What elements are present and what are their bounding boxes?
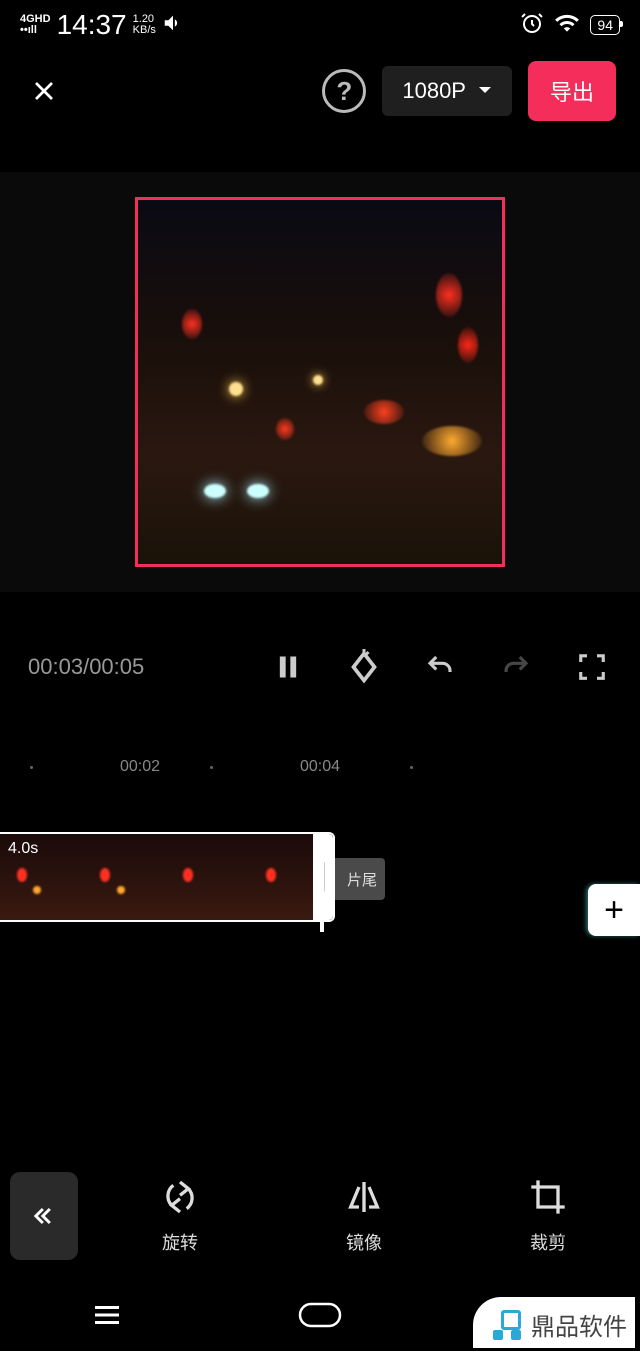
add-clip-button[interactable]: + (588, 884, 640, 936)
rotate-icon (160, 1177, 200, 1217)
fullscreen-button[interactable] (572, 647, 612, 687)
resolution-label: 1080P (402, 78, 466, 104)
rotate-tool[interactable]: 旋转 (98, 1177, 262, 1255)
playhead[interactable] (320, 832, 324, 932)
preview-frame (135, 197, 505, 567)
watermark: 鼎品软件 (473, 1297, 635, 1348)
status-bar: 4GHD ••ıll 14:37 1.20 KB/s 94 (0, 0, 640, 50)
wifi-icon (554, 10, 580, 41)
nav-home[interactable] (295, 1290, 345, 1340)
battery-indicator: 94 (590, 15, 620, 35)
time-display: 00:03/00:05 (28, 654, 232, 680)
volume-icon (162, 12, 184, 39)
keyframe-button[interactable] (344, 647, 384, 687)
rotate-label: 旋转 (162, 1229, 198, 1255)
player-controls: 00:03/00:05 (0, 592, 640, 742)
watermark-icon (493, 1310, 523, 1340)
redo-button[interactable] (496, 647, 536, 687)
mirror-label: 镜像 (346, 1229, 382, 1255)
mirror-tool[interactable]: 镜像 (282, 1177, 446, 1255)
top-toolbar: ? 1080P 导出 (0, 50, 640, 132)
watermark-text: 鼎品软件 (531, 1307, 627, 1342)
timeline[interactable]: 00:02 00:04 4.0s 片尾 + (0, 742, 640, 1152)
data-speed: 1.20 KB/s (133, 14, 156, 36)
pause-button[interactable] (268, 647, 308, 687)
alarm-icon (520, 11, 544, 40)
crop-tool[interactable]: 裁剪 (466, 1177, 630, 1255)
time-ruler: 00:02 00:04 (0, 752, 640, 782)
video-clip[interactable]: 4.0s (0, 832, 335, 922)
clip-duration: 4.0s (8, 840, 38, 858)
video-preview[interactable] (0, 172, 640, 592)
clip-track[interactable]: 4.0s 片尾 (0, 832, 640, 932)
chevron-down-icon (478, 86, 492, 96)
mirror-icon (344, 1177, 384, 1217)
undo-button[interactable] (420, 647, 460, 687)
clock: 14:37 (57, 9, 127, 41)
nav-menu[interactable] (82, 1290, 132, 1340)
network-indicator: 4GHD ••ıll (20, 14, 51, 36)
crop-icon (528, 1177, 568, 1217)
edit-toolbar: 旋转 镜像 裁剪 (0, 1152, 640, 1280)
resolution-selector[interactable]: 1080P (382, 66, 512, 116)
help-button[interactable]: ? (322, 69, 366, 113)
collapse-button[interactable] (10, 1172, 78, 1260)
close-button[interactable] (24, 71, 64, 111)
crop-label: 裁剪 (530, 1229, 566, 1255)
export-button[interactable]: 导出 (528, 61, 616, 121)
ending-segment[interactable]: 片尾 (335, 858, 385, 900)
